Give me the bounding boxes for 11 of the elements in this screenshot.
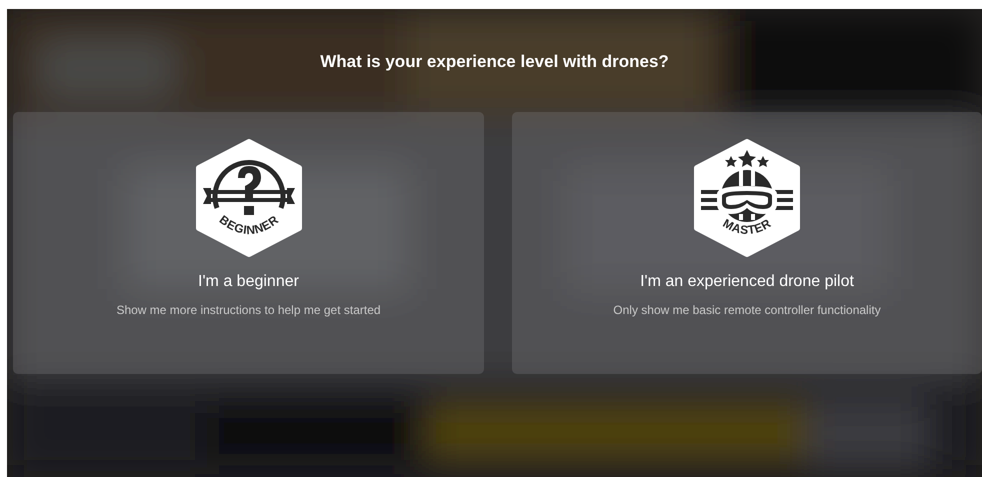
option-description: Only show me basic remote controller functionality (613, 302, 881, 318)
question-heading: What is your experience level with drones? (319, 51, 670, 73)
badge-label: MASTER (720, 216, 774, 238)
option-description: Show me more instructions to help me get started (116, 302, 381, 318)
option-title: I'm a beginner (198, 272, 299, 292)
question-mark-badge-icon (196, 139, 302, 257)
badge-label: BEGINNER (216, 212, 281, 238)
option-title: I'm an experienced drone pilot (640, 272, 854, 292)
option-card[interactable]: BEGINNER I'm a beginner Show me more instructions to help me get started (13, 112, 484, 374)
option-card[interactable]: MASTER I'm an experienced drone pilot Only show me basic remote controller functionality (512, 112, 982, 374)
goggles-badge-icon (694, 139, 800, 257)
